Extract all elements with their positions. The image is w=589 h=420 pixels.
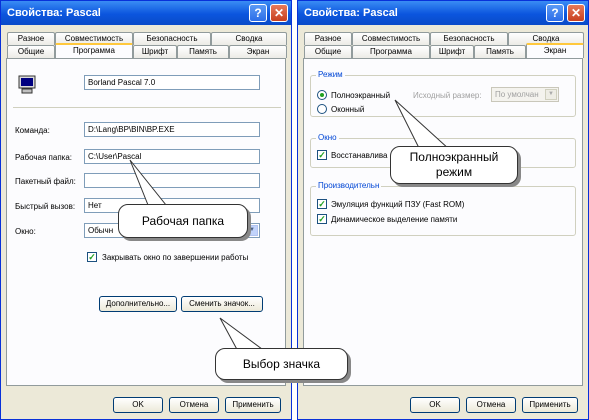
icon-callout: Выбор значка [215,348,348,380]
tab-misc[interactable]: Разное [7,32,55,45]
tab-general[interactable]: Общие [304,45,352,58]
fullscreen-radio[interactable] [317,90,327,100]
fullscreen-callout-line1: Полноэкранный [409,150,499,164]
divider [13,107,281,108]
windowed-radio[interactable] [317,104,327,114]
tab-screen[interactable]: Экран [526,43,584,58]
workdir-field[interactable]: C:\User\Pascal [84,149,260,164]
windowed-label: Оконный [331,105,365,114]
mode-group: Режим Полноэкранный Оконный Исходный раз… [310,70,576,117]
chevron-down-icon: ▼ [545,89,557,100]
batch-label: Пакетный файл: [15,177,76,186]
mode-group-title: Режим [316,70,345,79]
close-on-exit-label: Закрывать окно по завершении работы [102,253,249,262]
ok-button[interactable]: OK [410,397,460,413]
initial-size-value: По умолчан [495,90,539,99]
close-on-exit-checkbox[interactable]: ✓ [87,252,97,262]
window-group-title: Окно [316,133,339,142]
tab-font[interactable]: Шрифт [430,45,474,58]
restore-label: Восстанавлива [331,151,388,160]
title-bar: Свойства: Pascal [298,1,588,25]
command-field[interactable]: D:\Lang\BP\BIN\BP.EXE [84,122,260,137]
tab-general[interactable]: Общие [7,45,55,58]
tab-memory[interactable]: Память [177,45,229,58]
rom-emulation-label: Эмуляция функций ПЗУ (Fast ROM) [331,200,465,209]
program-name-field[interactable]: Borland Pascal 7.0 [84,75,260,90]
dynamic-memory-label: Динамическое выделение памяти [331,215,458,224]
window-title: Свойства: Pascal [304,7,398,19]
rom-emulation-checkbox[interactable]: ✓ [317,199,327,209]
fullscreen-callout: Полноэкранный режим [390,146,518,184]
fullscreen-label: Полноэкранный [331,91,391,100]
performance-group: Производительн ✓ Эмуляция функций ПЗУ (F… [310,181,576,236]
close-button[interactable]: ✕ [567,4,585,22]
hotkey-label: Быстрый вызов: [15,202,76,211]
tab-program[interactable]: Программа [55,43,133,58]
advanced-button[interactable]: Дополнительно... [99,296,177,312]
program-icon [18,75,36,94]
apply-button[interactable]: Применить [522,397,578,413]
title-bar: Свойства: Pascal [1,1,291,25]
tab-program[interactable]: Программа [352,45,430,58]
window-title: Свойства: Pascal [7,7,101,19]
command-label: Команда: [15,126,50,135]
screen-panel: Режим Полноэкранный Оконный Исходный раз… [303,58,583,386]
help-button[interactable]: ? [249,4,267,22]
tab-security[interactable]: Безопасность [430,32,508,45]
icon-callout-text: Выбор значка [242,357,321,371]
restore-checkbox[interactable]: ✓ [317,150,327,160]
close-button[interactable]: ✕ [270,4,288,22]
fullscreen-callout-line2: режим [435,165,473,179]
ok-button[interactable]: OK [113,397,163,413]
window-mode-label: Окно: [15,227,36,236]
tab-security[interactable]: Безопасность [133,32,211,45]
tab-compatibility[interactable]: Совместимость [352,32,430,45]
cancel-button[interactable]: Отмена [169,397,219,413]
help-button[interactable]: ? [546,4,564,22]
tab-font[interactable]: Шрифт [133,45,177,58]
workdir-label: Рабочая папка: [15,153,73,162]
workdir-callout: Рабочая папка [118,204,248,238]
batch-field[interactable] [84,173,260,188]
workdir-callout-text: Рабочая папка [141,214,225,228]
window-mode-value: Обычн [88,226,114,235]
change-icon-button[interactable]: Сменить значок... [181,296,263,312]
initial-size-label: Исходный размер: [413,91,482,100]
tab-memory[interactable]: Память [474,45,526,58]
tab-summary[interactable]: Сводка [211,32,287,45]
apply-button[interactable]: Применить [225,397,281,413]
performance-group-title: Производительн [316,181,382,190]
tab-misc[interactable]: Разное [304,32,352,45]
initial-size-select[interactable]: По умолчан ▼ [491,87,559,102]
dynamic-memory-checkbox[interactable]: ✓ [317,214,327,224]
tab-screen[interactable]: Экран [229,45,287,58]
cancel-button[interactable]: Отмена [466,397,516,413]
